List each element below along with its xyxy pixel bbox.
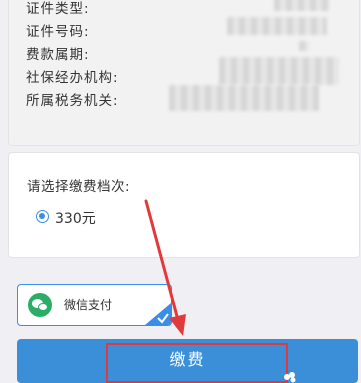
info-label-period: 费款属期:	[26, 47, 90, 63]
tier-select-card: 请选择缴费档次: 330元	[8, 152, 360, 258]
redacted-tax-office	[169, 85, 319, 111]
tier-radio-330[interactable]	[36, 210, 49, 223]
tier-option-label[interactable]: 330元	[55, 208, 96, 228]
info-label-agency: 社保经办机构:	[26, 70, 119, 86]
info-label-id-number: 证件号码:	[26, 24, 90, 40]
payment-page: 证件类型: 证件号码: 费款属期: 社保经办机构: 所属税务机关: 请选择缴费档…	[0, 0, 361, 383]
info-label-id-type: 证件类型:	[26, 1, 90, 17]
redacted-period	[299, 41, 309, 51]
sparkle-icon	[284, 372, 296, 383]
wechat-icon	[28, 293, 52, 317]
redacted-agency	[219, 57, 339, 85]
info-label-tax-office: 所属税务机关:	[26, 93, 119, 109]
pay-method-label: 微信支付	[64, 298, 113, 312]
tier-title: 请选择缴费档次:	[27, 179, 131, 195]
payment-info-card: 证件类型: 证件号码: 费款属期: 社保经办机构: 所属税务机关:	[8, 0, 360, 146]
selected-check-icon	[145, 303, 171, 325]
wechat-pay-option[interactable]: 微信支付	[17, 284, 172, 326]
pay-button[interactable]: 缴费	[17, 339, 358, 383]
redacted-id-type	[274, 0, 329, 11]
redacted-id-number	[227, 17, 327, 35]
